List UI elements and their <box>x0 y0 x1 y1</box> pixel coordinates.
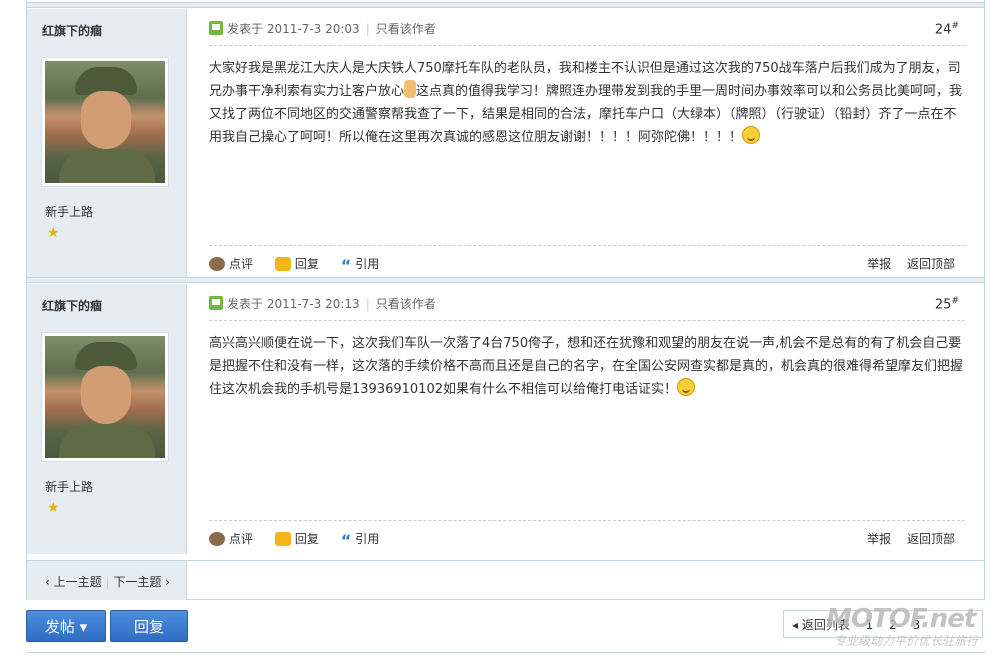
post-actions: 点评 回复 “引用 <box>209 255 397 275</box>
divider <box>209 320 965 321</box>
post-actions-right: 举报 返回顶部 <box>855 530 955 548</box>
divider <box>209 245 965 246</box>
site-watermark-logo: MOTOF.net <box>826 604 976 634</box>
star-icon: ★ <box>47 225 60 241</box>
avatar[interactable] <box>41 57 169 187</box>
post-date: 发表于 2011-7-3 20:03 <box>227 22 360 36</box>
smile-emoji <box>742 126 761 144</box>
comment-icon <box>209 532 225 546</box>
author-name[interactable]: 红旗下的痼 <box>42 22 102 39</box>
user-rank[interactable]: 新手上路 <box>45 203 93 220</box>
floor-number[interactable]: 25# <box>935 296 959 312</box>
quote-icon: “ <box>340 531 352 550</box>
report-link[interactable]: 举报 <box>867 257 891 271</box>
online-status-icon <box>209 21 223 35</box>
avatar-image <box>45 336 165 458</box>
author-sidebar: 红旗下的痼 新手上路 ★ <box>27 284 187 554</box>
divider <box>26 652 985 653</box>
divider <box>209 520 965 521</box>
reply-button[interactable]: 回复 <box>274 532 319 546</box>
avatar[interactable] <box>41 332 169 462</box>
post-separator <box>27 277 984 283</box>
author-name[interactable]: 红旗下的痼 <box>42 297 102 314</box>
post-meta: 发表于 2011-7-3 20:13 | 只看该作者 <box>209 296 436 312</box>
reply-icon <box>274 257 291 271</box>
back-to-top-link[interactable]: 返回顶部 <box>907 257 955 271</box>
topic-nav: ‹ 上一主题 | 下一主题 › <box>45 575 170 589</box>
grin-emoji <box>676 378 695 396</box>
divider <box>209 45 965 46</box>
post-separator <box>27 2 984 8</box>
report-link[interactable]: 举报 <box>867 532 891 546</box>
author-sidebar: 红旗下的痼 新手上路 ★ <box>27 9 187 279</box>
topic-nav-row: ‹ 上一主题 | 下一主题 › <box>27 560 984 600</box>
post-24: 红旗下的痼 新手上路 ★ 发表于 2011-7-3 20:03 | 只看该作者 24… <box>27 9 984 279</box>
post-content: 发表于 2011-7-3 20:03 | 只看该作者 24# 大家好我是黑龙江大庆人… <box>209 9 965 279</box>
star-icon: ★ <box>47 500 60 516</box>
comment-button[interactable]: 点评 <box>209 257 253 271</box>
post-content: 发表于 2011-7-3 20:13 | 只看该作者 25# 高兴高兴顺便在说一下，… <box>209 284 965 554</box>
quote-button[interactable]: “引用 <box>341 257 380 275</box>
prev-topic-link[interactable]: ‹ 上一主题 <box>45 575 102 589</box>
only-author-link[interactable]: 只看该作者 <box>376 297 436 311</box>
new-post-button[interactable]: 发帖 ▾ <box>26 610 106 642</box>
next-topic-link[interactable]: 下一主题 › <box>113 575 170 589</box>
back-to-top-link[interactable]: 返回顶部 <box>907 532 955 546</box>
site-watermark-slogan: 专业级动力平价优长驻旅行 <box>834 634 979 648</box>
quote-button[interactable]: “引用 <box>341 532 380 550</box>
comment-icon <box>209 257 225 271</box>
thread-frame: 红旗下的痼 新手上路 ★ 发表于 2011-7-3 20:03 | 只看该作者 24… <box>26 0 985 600</box>
avatar-image <box>45 61 165 183</box>
quote-icon: “ <box>340 256 352 275</box>
post-body: 高兴高兴顺便在说一下，这次我们车队一次落了4台750侉子，想和还在犹豫和观望的朋… <box>209 336 964 397</box>
post-actions: 点评 回复 “引用 <box>209 530 397 550</box>
victory-hand-emoji <box>404 80 417 98</box>
reply-icon <box>274 532 291 546</box>
post-actions-right: 举报 返回顶部 <box>855 255 955 273</box>
online-status-icon <box>209 296 223 310</box>
post-meta: 发表于 2011-7-3 20:03 | 只看该作者 <box>209 21 436 37</box>
post-body: 大家好我是黑龙江大庆人是大庆铁人750摩托车队的老队员，我和楼主不认识但是通过这… <box>209 61 963 145</box>
post-25: 红旗下的痼 新手上路 ★ 发表于 2011-7-3 20:13 | 只看该作者 25… <box>27 284 984 554</box>
reply-thread-button[interactable]: 回复 <box>110 610 188 642</box>
comment-button[interactable]: 点评 <box>209 532 253 546</box>
floor-number[interactable]: 24# <box>935 21 959 37</box>
reply-button[interactable]: 回复 <box>274 257 319 271</box>
user-rank[interactable]: 新手上路 <box>45 478 93 495</box>
only-author-link[interactable]: 只看该作者 <box>376 22 436 36</box>
post-date: 发表于 2011-7-3 20:13 <box>227 297 360 311</box>
